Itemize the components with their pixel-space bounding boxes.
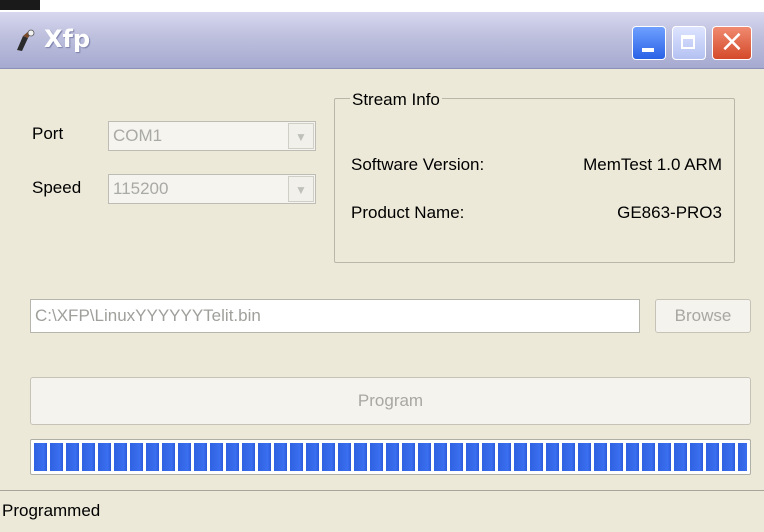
xfp-window: Xfp × Port COM1 ▼ Speed 115200 ▼ Stream … (0, 12, 764, 532)
port-label: Port (32, 124, 64, 143)
background-strip (0, 0, 764, 12)
title-bar[interactable]: Xfp × (0, 12, 764, 69)
product-name-label: Product Name: (351, 203, 465, 222)
progress-fill (34, 443, 747, 471)
maximize-button (672, 26, 706, 60)
window-title: Xfp (44, 25, 91, 53)
stream-info-group (334, 98, 735, 263)
xfp-app-icon (17, 29, 35, 51)
minimize-button[interactable] (632, 26, 666, 60)
program-button[interactable]: Program (30, 377, 751, 425)
file-path-field[interactable]: C:\XFP\LinuxYYYYYYTelit.bin (30, 299, 640, 333)
software-version-label: Software Version: (351, 155, 485, 174)
chevron-down-icon[interactable]: ▼ (288, 123, 314, 149)
status-bar: Programmed (0, 490, 764, 532)
browse-button[interactable]: Browse (655, 299, 751, 333)
speed-select[interactable]: 115200 ▼ (108, 174, 316, 204)
background-fragment (0, 0, 40, 10)
speed-label: Speed (32, 178, 82, 197)
progress-bar (30, 439, 751, 475)
product-name-value: GE863-PRO3 (617, 203, 722, 222)
port-value: COM1 (113, 126, 163, 145)
software-version-value: MemTest 1.0 ARM (583, 155, 722, 174)
file-path-value: C:\XFP\LinuxYYYYYYTelit.bin (35, 306, 261, 325)
chevron-down-icon[interactable]: ▼ (288, 176, 314, 202)
speed-value: 115200 (113, 179, 169, 198)
port-select[interactable]: COM1 ▼ (108, 121, 316, 151)
stream-info-title: Stream Info (350, 90, 442, 110)
status-text: Programmed (2, 501, 101, 520)
close-button[interactable]: × (712, 26, 752, 60)
